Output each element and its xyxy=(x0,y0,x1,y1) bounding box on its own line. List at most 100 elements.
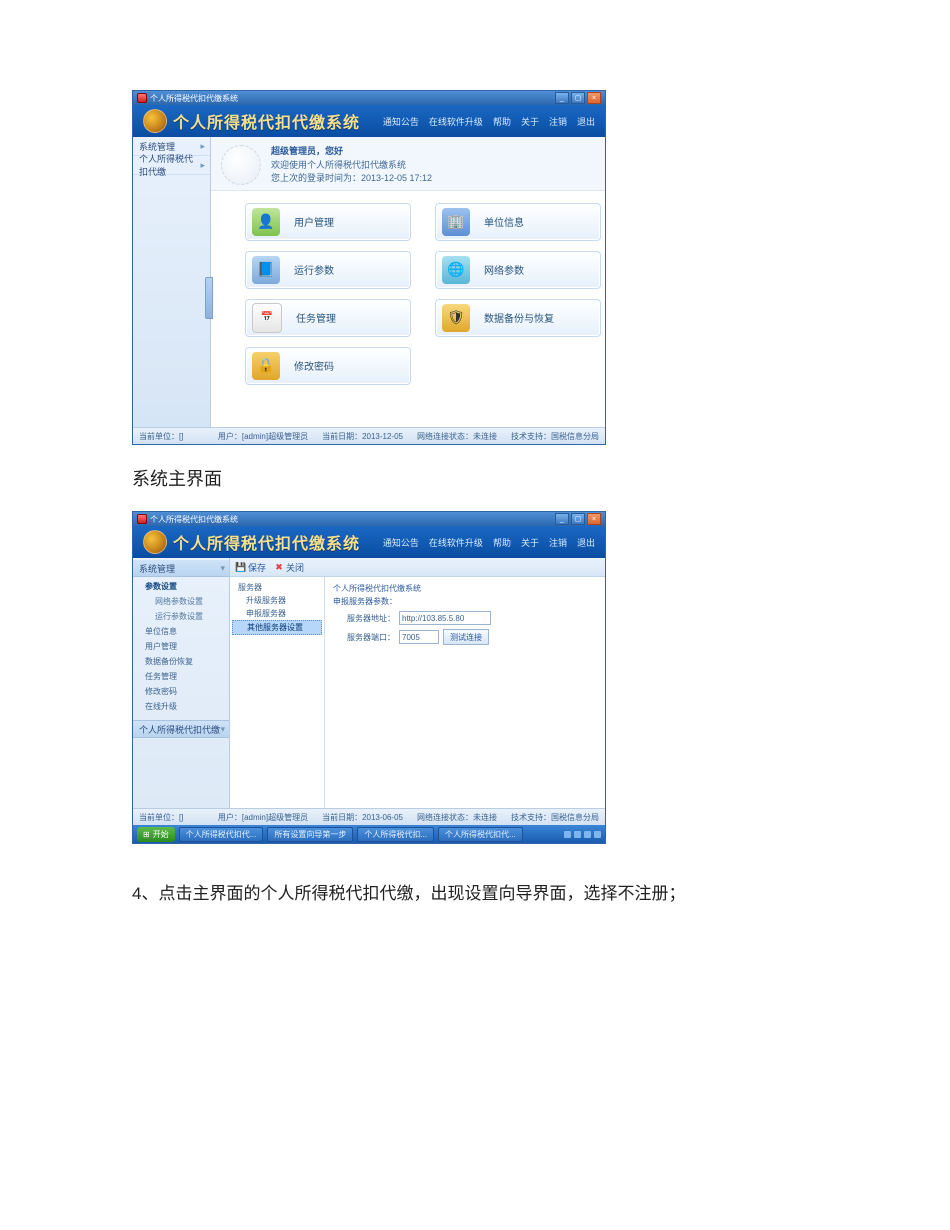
max-button[interactable]: ▢ xyxy=(571,92,585,104)
building-icon: 🏢 xyxy=(442,208,470,236)
tree-node-upgrade[interactable]: 在线升级 xyxy=(133,699,229,714)
sidebar: 系统管理 ▾ 参数设置 网络参数设置 运行参数设置 单位信息 用户管理 数据备份… xyxy=(133,558,230,808)
toolbar-label: 保存 xyxy=(248,561,266,574)
banner-links: 通知公告 在线软件升级 帮助 关于 注销 退出 xyxy=(383,115,605,128)
welcome-panel: 超级管理员，您好 欢迎使用个人所得税代扣代缴系统 您上次的登录时间为：2013-… xyxy=(211,137,605,191)
tile-label: 数据备份与恢复 xyxy=(484,310,554,325)
link-about[interactable]: 关于 xyxy=(521,536,539,549)
min-button[interactable]: _ xyxy=(555,92,569,104)
status-unit: 当前单位：[] xyxy=(139,812,183,823)
form-panel: 个人所得税代扣代缴系统 申报服务器参数： 服务器地址： 服务器端口： 测试连接 xyxy=(325,577,605,808)
app-banner: 个人所得税代扣代缴系统 通知公告 在线软件升级 帮助 关于 注销 退出 xyxy=(133,526,605,558)
nav-tree: 参数设置 网络参数设置 运行参数设置 单位信息 用户管理 数据备份恢复 任务管理… xyxy=(133,577,229,720)
tree-node-netparams[interactable]: 网络参数设置 xyxy=(133,594,229,609)
sidebar-section-label: 个人所得税代扣代缴 xyxy=(139,723,220,736)
app-banner: 个人所得税代扣代缴系统 通知公告 在线软件升级 帮助 关于 注销 退出 xyxy=(133,105,605,137)
welcome-lastlogin: 您上次的登录时间为：2013-12-05 17:12 xyxy=(271,172,432,186)
collapse-handle[interactable] xyxy=(205,277,213,319)
step-instruction: 4、点击主界面的个人所得税代扣代缴，出现设置向导界面，选择不注册； xyxy=(132,879,950,904)
tile-task-mgmt[interactable]: 📅 任务管理 xyxy=(245,299,411,337)
status-user: 用户：[admin]超级管理员 xyxy=(218,431,308,442)
main-content: 💾 保存 ✖ 关闭 服务器 升级服务器 申报服务器 其他服务器设置 xyxy=(230,558,605,808)
link-notice[interactable]: 通知公告 xyxy=(383,115,419,128)
tile-net-params[interactable]: 🌐 网络参数 xyxy=(435,251,601,289)
link-notice[interactable]: 通知公告 xyxy=(383,536,419,549)
tile-unit-info[interactable]: 🏢 单位信息 xyxy=(435,203,601,241)
system-tray[interactable] xyxy=(564,831,601,838)
chevron-icon: ▾ xyxy=(220,563,225,574)
save-button[interactable]: 💾 保存 xyxy=(236,561,266,574)
taskbar-item[interactable]: 个人所得税代扣... xyxy=(357,827,434,842)
tile-label: 用户管理 xyxy=(294,214,334,229)
link-about[interactable]: 关于 xyxy=(521,115,539,128)
link-help[interactable]: 帮助 xyxy=(493,115,511,128)
max-button[interactable]: ▢ xyxy=(571,513,585,525)
server-node-root[interactable]: 服务器 xyxy=(232,581,322,594)
taskbar-item[interactable]: 所有设置向导第一步 xyxy=(267,827,353,842)
tree-node-task[interactable]: 任务管理 xyxy=(133,669,229,684)
toolbar: 💾 保存 ✖ 关闭 xyxy=(230,558,605,577)
save-icon: 💾 xyxy=(236,562,246,572)
tree-node-unit[interactable]: 单位信息 xyxy=(133,624,229,639)
link-upgrade[interactable]: 在线软件升级 xyxy=(429,536,483,549)
start-label: 开始 xyxy=(153,829,169,840)
tile-run-params[interactable]: 📘 运行参数 xyxy=(245,251,411,289)
tile-user-mgmt[interactable]: 👤 用户管理 xyxy=(245,203,411,241)
status-net: 网络连接状态：未连接 xyxy=(417,431,497,442)
app-icon xyxy=(137,93,147,103)
user-icon: 👤 xyxy=(252,208,280,236)
tile-label: 修改密码 xyxy=(294,358,334,373)
tile-label: 网络参数 xyxy=(484,262,524,277)
welcome-line: 欢迎使用个人所得税代扣代缴系统 xyxy=(271,159,432,173)
server-address-input[interactable] xyxy=(399,611,491,625)
server-node-upgrade[interactable]: 升级服务器 xyxy=(232,594,322,607)
book-icon: 📘 xyxy=(252,256,280,284)
windows-taskbar: ⊞ 开始 个人所得税代扣代... 所有设置向导第一步 个人所得税代扣... 个人… xyxy=(133,825,605,843)
close-icon: ✖ xyxy=(274,562,284,572)
chevron-icon: ▾ xyxy=(220,724,225,735)
link-upgrade[interactable]: 在线软件升级 xyxy=(429,115,483,128)
tree-node-backup[interactable]: 数据备份恢复 xyxy=(133,654,229,669)
tile-label: 任务管理 xyxy=(296,310,336,325)
link-logout[interactable]: 注销 xyxy=(549,536,567,549)
close-panel-button[interactable]: ✖ 关闭 xyxy=(274,561,304,574)
sidebar-item-label: 个人所得税代扣代缴 xyxy=(139,152,200,178)
sidebar-header[interactable]: 系统管理 ▾ xyxy=(133,560,229,577)
lock-icon: 🔒 xyxy=(252,352,280,380)
link-exit[interactable]: 退出 xyxy=(577,115,595,128)
server-node-other[interactable]: 其他服务器设置 xyxy=(232,620,322,635)
close-button[interactable]: × xyxy=(587,513,601,525)
app-title: 个人所得税代扣代缴系统 xyxy=(173,109,383,133)
status-net: 网络连接状态：未连接 xyxy=(417,812,497,823)
taskbar-item[interactable]: 个人所得税代扣代... xyxy=(438,827,523,842)
form-subtitle: 申报服务器参数： xyxy=(333,596,597,607)
tree-node-user[interactable]: 用户管理 xyxy=(133,639,229,654)
close-button[interactable]: × xyxy=(587,92,601,104)
windows-icon: ⊞ xyxy=(143,830,150,839)
window-title: 个人所得税代扣代缴系统 xyxy=(150,514,238,525)
start-button[interactable]: ⊞ 开始 xyxy=(137,827,175,842)
sidebar-section-tax[interactable]: 个人所得税代扣代缴 ▾ xyxy=(133,720,229,738)
server-tree: 服务器 升级服务器 申报服务器 其他服务器设置 xyxy=(230,577,325,808)
status-user: 用户：[admin]超级管理员 xyxy=(218,812,308,823)
figure-caption: 系统主界面 xyxy=(132,465,950,491)
link-exit[interactable]: 退出 xyxy=(577,536,595,549)
tree-node-params[interactable]: 参数设置 xyxy=(133,579,229,594)
label-server-port: 服务器端口： xyxy=(345,632,395,643)
min-button[interactable]: _ xyxy=(555,513,569,525)
link-help[interactable]: 帮助 xyxy=(493,536,511,549)
tile-change-password[interactable]: 🔒 修改密码 xyxy=(245,347,411,385)
tile-backup-restore[interactable]: 🛡 数据备份与恢复 xyxy=(435,299,601,337)
tray-icon xyxy=(574,831,581,838)
server-node-report[interactable]: 申报服务器 xyxy=(232,607,322,620)
tree-node-runparams[interactable]: 运行参数设置 xyxy=(133,609,229,624)
tree-node-pwd[interactable]: 修改密码 xyxy=(133,684,229,699)
test-connection-button[interactable]: 测试连接 xyxy=(443,629,489,645)
toolbar-label: 关闭 xyxy=(286,561,304,574)
sidebar-item-tax[interactable]: 个人所得税代扣代缴 ▸ xyxy=(133,156,210,175)
server-port-input[interactable] xyxy=(399,630,439,644)
app-title: 个人所得税代扣代缴系统 xyxy=(173,530,383,554)
status-date: 当前日期：2013-06-05 xyxy=(322,812,403,823)
taskbar-item[interactable]: 个人所得税代扣代... xyxy=(179,827,264,842)
link-logout[interactable]: 注销 xyxy=(549,115,567,128)
